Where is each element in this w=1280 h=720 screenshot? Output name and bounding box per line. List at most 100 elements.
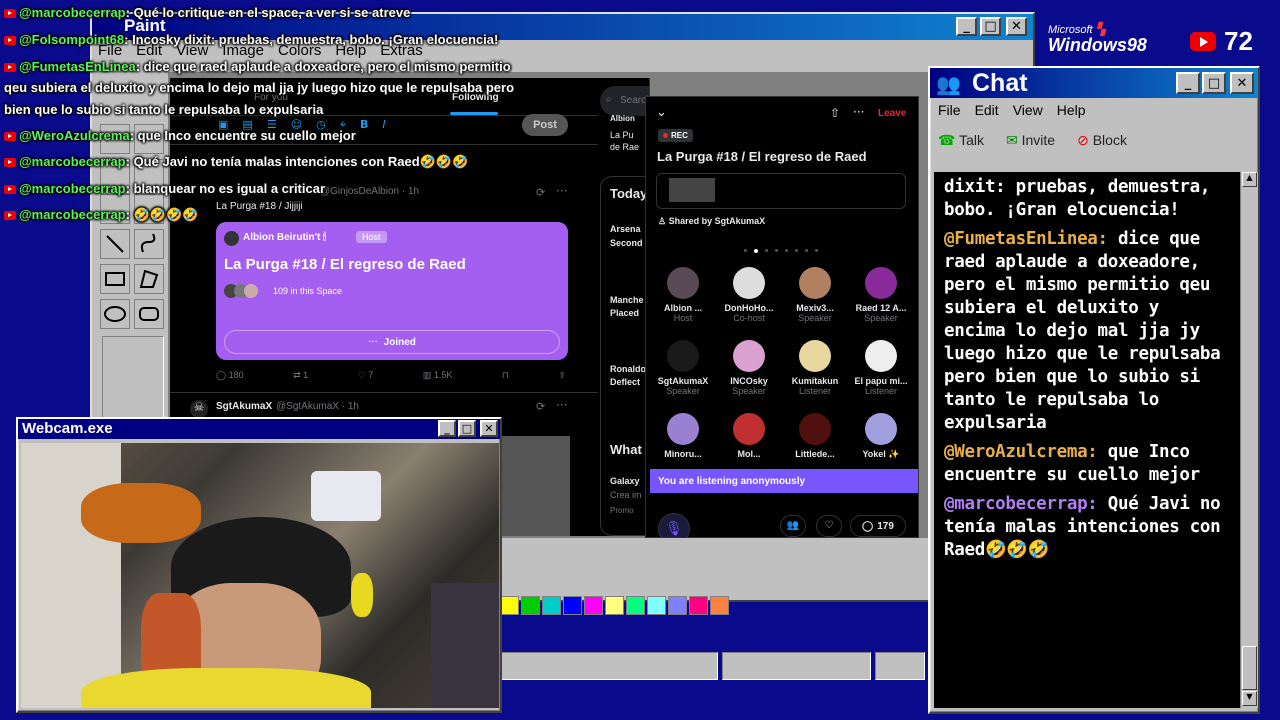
webcam-titlebar[interactable]: Webcam.exe _ □ ✕ bbox=[18, 419, 500, 439]
people-button[interactable]: 👥 bbox=[780, 515, 806, 537]
minimize-button[interactable]: _ bbox=[956, 17, 977, 36]
line-tool[interactable] bbox=[100, 229, 130, 259]
curve-tool[interactable] bbox=[134, 229, 164, 259]
space-card[interactable]: Albion Beirutin't 🕯 Host La Purga #18 / … bbox=[216, 222, 568, 360]
speaker-tile[interactable]: Albion ... Host bbox=[650, 267, 716, 323]
speaker-tile[interactable]: Mexiv3... Speaker bbox=[782, 267, 848, 323]
comments-button[interactable]: ◯ 179 bbox=[850, 515, 906, 537]
speaker-tile[interactable]: DonHoHo... Co-host bbox=[716, 267, 782, 323]
speaker-tile[interactable]: Kumitakun Listener bbox=[782, 340, 848, 396]
palette-swatch[interactable] bbox=[563, 596, 582, 615]
retweet-button[interactable]: ⇄ 1 bbox=[293, 370, 308, 381]
trend-1-line1[interactable]: Arsena bbox=[610, 224, 641, 234]
speaker-tile[interactable]: Mol... bbox=[716, 413, 782, 459]
close-button[interactable]: ✕ bbox=[480, 420, 498, 437]
chat-username[interactable]: @FumetasEnLinea: bbox=[944, 229, 1108, 249]
like-button[interactable]: ♡ 7 bbox=[358, 370, 374, 381]
palette-swatch[interactable] bbox=[647, 596, 666, 615]
more-icon[interactable]: ··· bbox=[556, 184, 567, 198]
close-icon: ✕ bbox=[1011, 19, 1022, 34]
polygon-tool[interactable] bbox=[134, 264, 164, 294]
close-button[interactable]: ✕ bbox=[1006, 17, 1027, 36]
palette-swatch[interactable] bbox=[605, 596, 624, 615]
tool-options[interactable] bbox=[102, 336, 164, 426]
italic-icon[interactable]: I bbox=[382, 118, 385, 132]
chat-titlebar[interactable]: 👥 Chat _ □ ✕ bbox=[930, 68, 1258, 98]
minimize-button[interactable]: _ bbox=[438, 420, 456, 437]
chat-username[interactable]: @WeroAzulcrema: bbox=[944, 442, 1098, 462]
windows-flag-icon: ▚ bbox=[1092, 22, 1106, 36]
speaker-tile[interactable]: SgtAkumaX Speaker bbox=[650, 340, 716, 396]
chat-scrollbar[interactable]: ▲ ▼ bbox=[1240, 172, 1258, 708]
space-icon[interactable]: ⟳ bbox=[536, 186, 545, 199]
close-icon: ✕ bbox=[484, 422, 494, 435]
palette-swatch[interactable] bbox=[584, 596, 603, 615]
more-icon[interactable]: ··· bbox=[853, 105, 864, 119]
speaker-tile[interactable]: Yokel ✨ bbox=[848, 413, 914, 460]
search-input[interactable]: ⌕ Search bbox=[600, 86, 649, 116]
more-icon[interactable]: ··· bbox=[556, 398, 567, 412]
react-button[interactable]: ♡ bbox=[816, 515, 842, 537]
promo-title[interactable]: Galaxy bbox=[610, 476, 640, 486]
invite-button[interactable]: ✉ Invite bbox=[1006, 132, 1055, 149]
skull-avatar[interactable]: ☠ bbox=[190, 400, 208, 418]
views-button[interactable]: ▥ 1.5K bbox=[423, 370, 453, 381]
chat-toolbar: ☎ Talk ✉ Invite ⊘ Block bbox=[938, 132, 1127, 149]
maximize-button[interactable]: □ bbox=[458, 420, 476, 437]
speaker-tile[interactable]: Raed 12 A... Speaker bbox=[848, 267, 914, 323]
minimize-button[interactable]: _ bbox=[1176, 72, 1200, 94]
status-size bbox=[875, 652, 925, 680]
scroll-down-icon[interactable]: ▼ bbox=[1242, 691, 1257, 706]
scroll-thumb[interactable] bbox=[1242, 646, 1257, 690]
trend-3-line2: Deflect bbox=[610, 377, 641, 387]
minimize-icon: _ bbox=[963, 19, 970, 34]
bookmark-icon[interactable]: ⊓ bbox=[502, 370, 509, 381]
tweet2-media[interactable] bbox=[490, 436, 570, 536]
maximize-button[interactable]: □ bbox=[980, 17, 1001, 36]
chat-message-text: dice que raed aplaude a doxeadore, pero … bbox=[944, 229, 1221, 433]
palette-swatch[interactable] bbox=[542, 596, 561, 615]
overlay-chat-line: qeu subiera el deluxito y encima lo dejo… bbox=[4, 80, 514, 95]
reply-button[interactable]: ◯ 180 bbox=[216, 370, 244, 381]
palette-swatch[interactable] bbox=[521, 596, 540, 615]
overlay-chat-text: : Qué Javi no tenía malas intenciones co… bbox=[125, 154, 469, 169]
speaker-tile[interactable]: Littlede... bbox=[782, 413, 848, 459]
menu-edit[interactable]: Edit bbox=[975, 102, 999, 118]
joined-button[interactable]: ··· Joined bbox=[224, 330, 560, 354]
mic-button[interactable]: 🎙 bbox=[658, 513, 690, 537]
palette-swatch[interactable] bbox=[500, 596, 519, 615]
close-button[interactable]: ✕ bbox=[1230, 72, 1254, 94]
minimize-icon: _ bbox=[444, 422, 450, 435]
menu-help[interactable]: Help bbox=[1057, 102, 1086, 118]
menu-file[interactable]: File bbox=[938, 102, 961, 118]
space-icon[interactable]: ⟳ bbox=[536, 400, 545, 413]
ellipse-tool[interactable] bbox=[100, 299, 130, 329]
shared-tweet-preview[interactable] bbox=[656, 173, 906, 209]
post-button[interactable]: Post bbox=[522, 114, 568, 136]
chart-icon: ▥ bbox=[422, 370, 434, 380]
palette-swatch[interactable] bbox=[626, 596, 645, 615]
maximize-button[interactable]: □ bbox=[1202, 72, 1226, 94]
speaker-name: SgtAkumaX bbox=[657, 376, 709, 386]
collapse-icon[interactable]: ⌄ bbox=[656, 105, 667, 120]
chat-username[interactable]: @marcobecerrap: bbox=[944, 494, 1098, 514]
rounded-rect-tool[interactable] bbox=[134, 299, 164, 329]
trend-3-line1[interactable]: Ronaldo bbox=[610, 364, 646, 374]
share-icon[interactable]: ⇧ bbox=[830, 106, 840, 120]
scroll-up-icon[interactable]: ▲ bbox=[1242, 172, 1257, 187]
menu-view[interactable]: View bbox=[1013, 102, 1043, 118]
palette-swatch[interactable] bbox=[689, 596, 708, 615]
leave-button[interactable]: Leave bbox=[878, 108, 906, 119]
speaker-tile[interactable]: El papu mi... Listener bbox=[848, 340, 914, 396]
share-icon[interactable]: ⇪ bbox=[558, 370, 566, 381]
palette-swatch[interactable] bbox=[668, 596, 687, 615]
talk-button[interactable]: ☎ Talk bbox=[938, 132, 984, 149]
palette-swatch[interactable] bbox=[710, 596, 729, 615]
speaker-tile[interactable]: Minoru... bbox=[650, 413, 716, 459]
trend-2-line1[interactable]: Manche bbox=[610, 295, 644, 305]
bold-icon[interactable]: B bbox=[360, 118, 368, 132]
rectangle-tool[interactable] bbox=[100, 264, 130, 294]
overlay-chat-user: @marcobecerrap bbox=[19, 181, 126, 196]
block-button[interactable]: ⊘ Block bbox=[1077, 132, 1127, 149]
speaker-tile[interactable]: INCOsky Speaker bbox=[716, 340, 782, 396]
